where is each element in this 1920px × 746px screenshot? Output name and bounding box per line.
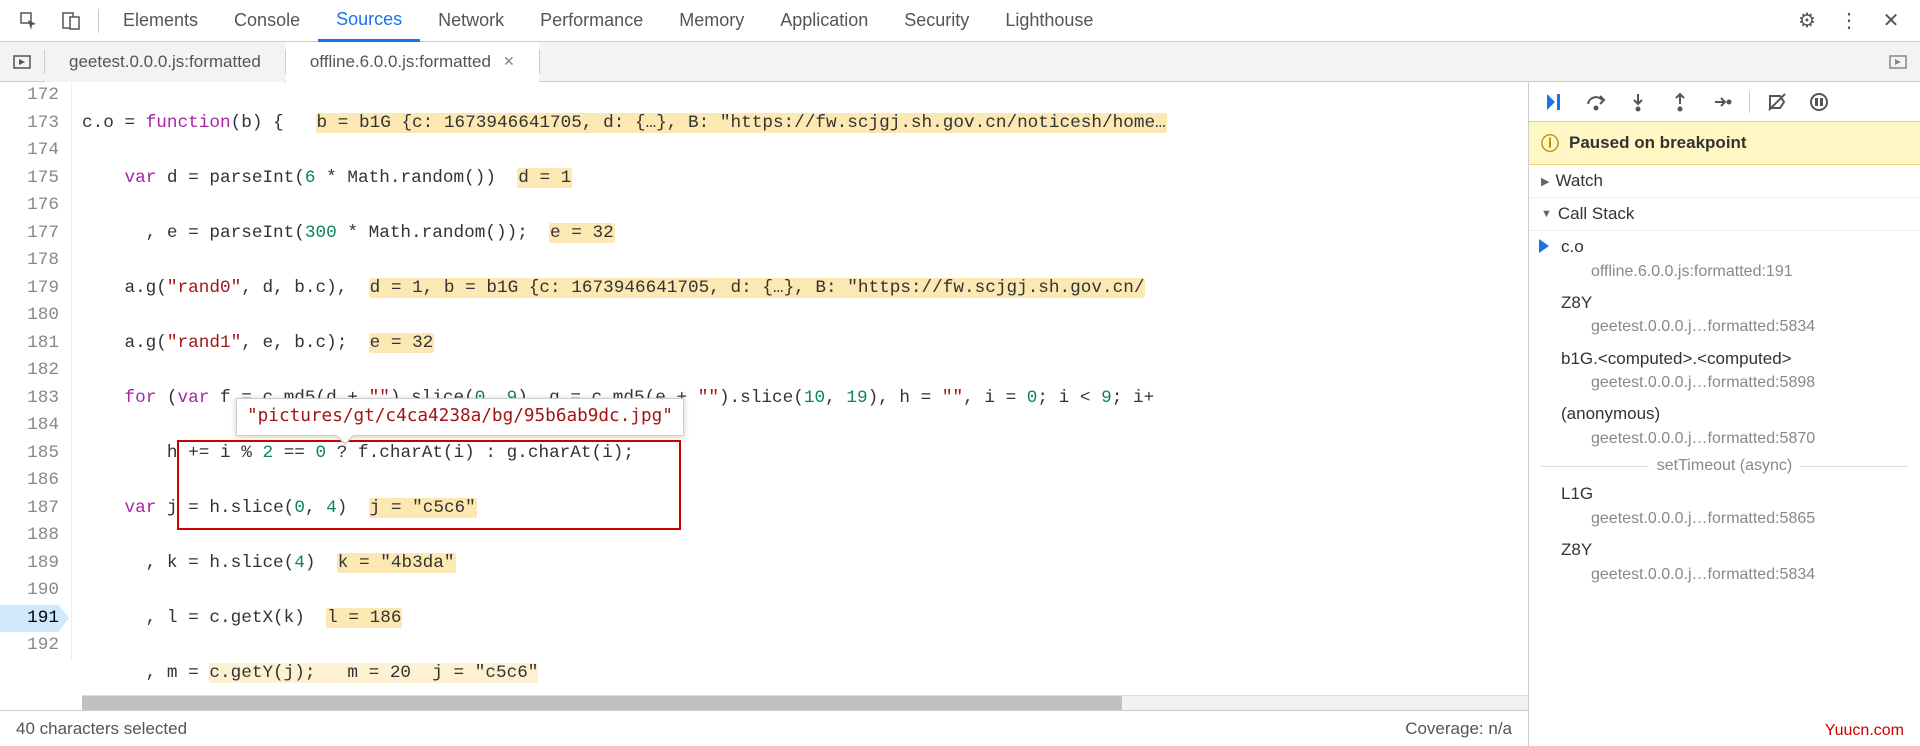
debugger-sidebar: ⓘ Paused on breakpoint Watch Call Stack …: [1528, 82, 1920, 746]
tab-console[interactable]: Console: [216, 0, 318, 42]
stack-frame[interactable]: L1G geetest.0.0.0.j…formatted:5865: [1529, 478, 1920, 534]
tab-performance[interactable]: Performance: [522, 0, 661, 42]
stack-frame[interactable]: Z8Y geetest.0.0.0.j…formatted:5834: [1529, 534, 1920, 590]
tab-sources[interactable]: Sources: [318, 0, 420, 42]
tab-lighthouse[interactable]: Lighthouse: [987, 0, 1111, 42]
deactivate-breakpoints-icon[interactable]: [1760, 87, 1794, 117]
callstack-frames: c.o offline.6.0.0.js:formatted:191 Z8Y g…: [1529, 231, 1920, 590]
device-toggle-icon[interactable]: [56, 6, 86, 36]
stack-frame[interactable]: (anonymous) geetest.0.0.0.j…formatted:58…: [1529, 398, 1920, 454]
step-into-icon[interactable]: [1621, 87, 1655, 117]
inspect-icon[interactable]: [14, 6, 44, 36]
watch-panel-header[interactable]: Watch: [1529, 165, 1920, 198]
info-icon: ⓘ: [1541, 130, 1559, 156]
settings-gear-icon[interactable]: ⚙: [1792, 6, 1822, 36]
devtools-tab-bar: Elements Console Sources Network Perform…: [0, 0, 1920, 42]
separator: [98, 9, 99, 33]
value-tooltip: "pictures/gt/c4ca4238a/bg/95b6ab9dc.jpg": [236, 398, 684, 436]
highlight-box: [177, 440, 681, 530]
step-over-icon[interactable]: [1579, 87, 1613, 117]
stack-frame[interactable]: b1G.<computed>.<computed> geetest.0.0.0.…: [1529, 343, 1920, 399]
pause-on-exceptions-icon[interactable]: [1802, 87, 1836, 117]
callstack-panel-header[interactable]: Call Stack: [1529, 198, 1920, 231]
coverage-status: Coverage: n/a: [1405, 719, 1512, 739]
file-tab-bar: geetest.0.0.0.js:formatted offline.6.0.0…: [0, 42, 1920, 82]
tab-memory[interactable]: Memory: [661, 0, 762, 42]
resume-icon[interactable]: [1537, 87, 1571, 117]
code-lines[interactable]: c.o = function(b) { b = b1G {c: 16739466…: [82, 82, 1528, 710]
tab-elements[interactable]: Elements: [105, 0, 216, 42]
tab-security[interactable]: Security: [886, 0, 987, 42]
stack-frame[interactable]: c.o offline.6.0.0.js:formatted:191: [1529, 231, 1920, 287]
file-tab-label: offline.6.0.0.js:formatted: [310, 52, 491, 72]
debugger-toolbar: [1529, 82, 1920, 122]
run-snippet-icon[interactable]: [1876, 42, 1920, 82]
close-file-tab-icon[interactable]: ✕: [503, 53, 515, 70]
tab-network[interactable]: Network: [420, 0, 522, 42]
close-devtools-icon[interactable]: ✕: [1876, 6, 1906, 36]
code-editor[interactable]: 172173174175 176177178179 180181182183 1…: [0, 82, 1528, 746]
more-vert-icon[interactable]: ⋮: [1834, 6, 1864, 36]
paused-banner-text: Paused on breakpoint: [1569, 133, 1747, 153]
horizontal-scrollbar[interactable]: [82, 695, 1528, 710]
file-tab-geetest[interactable]: geetest.0.0.0.js:formatted: [45, 42, 285, 82]
editor-status-bar: 40 characters selected Coverage: n/a: [0, 710, 1528, 746]
async-divider: setTimeout (async): [1529, 454, 1920, 478]
file-tab-offline[interactable]: offline.6.0.0.js:formatted ✕: [286, 42, 539, 82]
file-tab-label: geetest.0.0.0.js:formatted: [69, 52, 261, 72]
step-icon[interactable]: [1705, 87, 1739, 117]
show-navigator-icon[interactable]: [0, 42, 44, 82]
stack-frame[interactable]: Z8Y geetest.0.0.0.j…formatted:5834: [1529, 287, 1920, 343]
selection-status: 40 characters selected: [16, 719, 187, 739]
line-gutter: 172173174175 176177178179 180181182183 1…: [0, 82, 72, 660]
tab-application[interactable]: Application: [762, 0, 886, 42]
watermark-text: Yuucn.com: [1825, 722, 1904, 740]
paused-banner: ⓘ Paused on breakpoint: [1529, 122, 1920, 165]
step-out-icon[interactable]: [1663, 87, 1697, 117]
